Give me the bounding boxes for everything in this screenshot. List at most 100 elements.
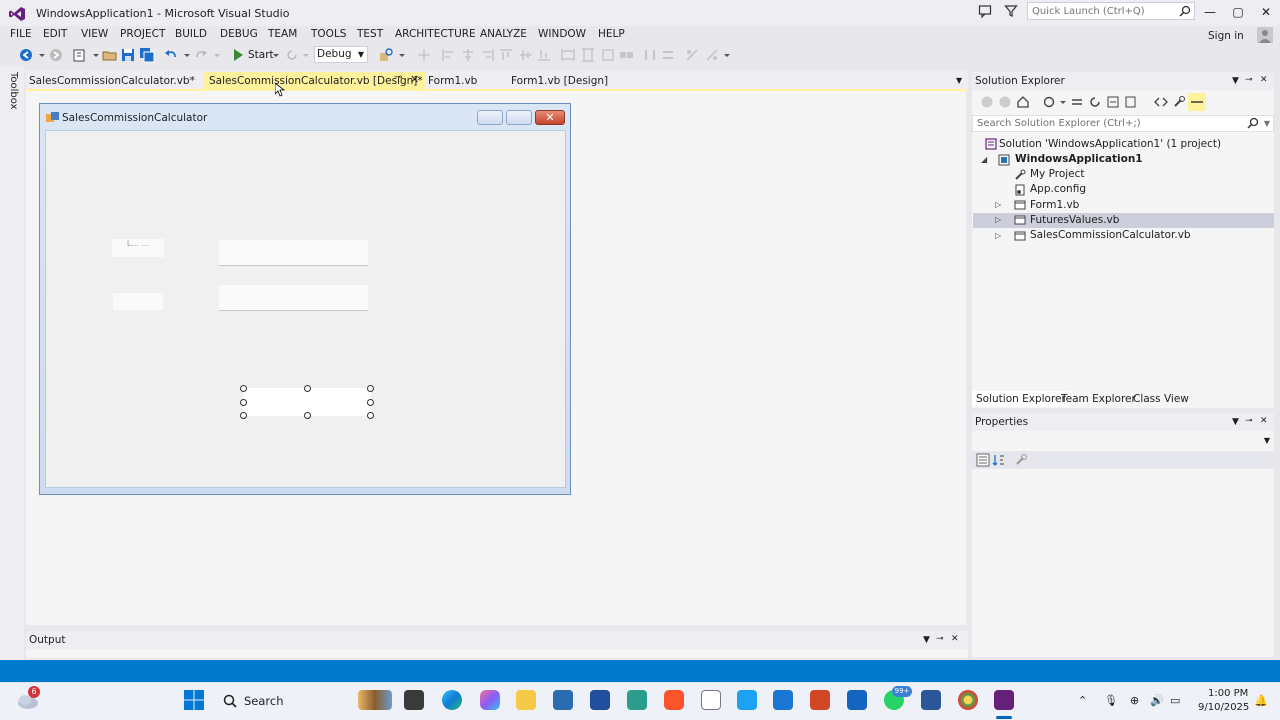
chevron-down-icon[interactable]: ▼: [1232, 417, 1239, 427]
widgets-icon[interactable]: [358, 690, 392, 710]
toolbox-tab[interactable]: Toolbox: [3, 72, 19, 112]
alphabetical-icon[interactable]: [992, 453, 1006, 467]
menu-view[interactable]: VIEW: [81, 28, 108, 40]
menu-edit[interactable]: EDIT: [43, 28, 67, 40]
back-icon[interactable]: [980, 95, 994, 109]
chevron-down-icon[interactable]: ▼: [1264, 436, 1270, 445]
battery-icon[interactable]: ▭: [1170, 694, 1180, 707]
form-maximize-button[interactable]: [506, 110, 532, 125]
file-explorer-icon[interactable]: [516, 690, 536, 710]
pin-icon[interactable]: ⊸: [1245, 416, 1253, 426]
properties-object-selector[interactable]: ▼: [972, 433, 1274, 449]
show-all-files-icon[interactable]: [1124, 95, 1138, 109]
search-icon[interactable]: [1247, 117, 1259, 129]
task-view-icon[interactable]: [404, 690, 424, 710]
new-project-icon[interactable]: [72, 47, 88, 63]
resize-handle-s[interactable]: [304, 412, 311, 419]
tab-salescommission-code[interactable]: SalesCommissionCalculator.vb*: [29, 72, 195, 90]
chevron-down-icon[interactable]: ▼: [923, 635, 930, 645]
chevron-down-icon[interactable]: ▼: [1264, 116, 1270, 131]
search-icon[interactable]: [1179, 5, 1191, 17]
volume-icon[interactable]: 🔊: [1150, 694, 1164, 707]
expanded-arrow-icon[interactable]: ◢: [981, 155, 987, 164]
filter-icon[interactable]: [1004, 4, 1018, 18]
pending-changes-icon[interactable]: [1070, 95, 1084, 109]
form-label-2[interactable]: [112, 292, 164, 311]
save-all-icon[interactable]: [139, 47, 155, 63]
tab-solution-explorer[interactable]: Solution Explorer: [972, 391, 1070, 407]
tab-salescommission-design[interactable]: SalesCommissionCalculator.vb [Design]*: [204, 72, 426, 90]
form-close-button[interactable]: ✕: [535, 110, 565, 125]
sync-icon[interactable]: [1042, 95, 1056, 109]
undo-dropdown-icon[interactable]: [181, 49, 193, 61]
menu-project[interactable]: PROJECT: [120, 28, 165, 40]
tab-form1-code[interactable]: Form1.vb: [428, 72, 477, 90]
form-label-1[interactable]: L... ...: [111, 238, 165, 258]
clock-date[interactable]: 9/10/2025: [1198, 702, 1249, 713]
tab-form1-design[interactable]: Form1.vb [Design]: [511, 72, 608, 90]
back-dropdown-icon[interactable]: [36, 49, 48, 61]
word-icon[interactable]: [921, 690, 941, 710]
home-icon[interactable]: [1016, 95, 1030, 109]
minimize-button[interactable]: —: [1198, 3, 1222, 21]
output-panel-body[interactable]: [26, 649, 968, 658]
tree-item-form1[interactable]: Form1.vb: [1030, 198, 1079, 213]
form-textbox-2[interactable]: [219, 285, 368, 311]
menu-file[interactable]: FILE: [10, 28, 32, 40]
menu-debug[interactable]: DEBUG: [220, 28, 258, 40]
tree-item-app-config[interactable]: App.config: [1030, 182, 1086, 197]
resize-handle-e[interactable]: [367, 399, 374, 406]
property-pages-wrench-icon[interactable]: [1014, 453, 1028, 467]
collapsed-arrow-icon[interactable]: ▷: [995, 215, 1001, 224]
close-tab-icon[interactable]: ✕: [410, 73, 419, 86]
pin-icon[interactable]: ⊸: [394, 72, 402, 83]
app-icon[interactable]: [627, 690, 647, 710]
app-icon[interactable]: [847, 690, 867, 710]
tree-item-futuresvalues[interactable]: FuturesValues.vb: [1030, 213, 1119, 228]
layout-toolbar-overflow-icon[interactable]: [721, 49, 733, 61]
refresh-dropdown-icon[interactable]: [300, 49, 312, 61]
chevron-down-icon[interactable]: [1058, 97, 1068, 107]
maximize-button[interactable]: ▢: [1226, 3, 1250, 21]
microsoft-store-icon[interactable]: [553, 690, 573, 710]
chevron-down-icon[interactable]: ▼: [1232, 76, 1239, 86]
form-textbox-1[interactable]: [219, 240, 368, 266]
notification-bell-icon[interactable]: 🔔: [1254, 694, 1268, 707]
microphone-icon[interactable]: 🎙: [1104, 694, 1118, 707]
account-icon[interactable]: [1257, 27, 1273, 43]
quick-launch-box[interactable]: [1027, 2, 1195, 20]
close-button[interactable]: ✕: [1254, 3, 1278, 21]
clock-time[interactable]: 1:00 PM: [1208, 688, 1248, 699]
network-globe-icon[interactable]: ⊕: [1130, 694, 1139, 707]
menu-test[interactable]: TEST: [357, 28, 383, 40]
visual-studio-taskbar-icon[interactable]: [994, 690, 1014, 710]
view-code-icon[interactable]: [1154, 95, 1168, 109]
menu-window[interactable]: WINDOW: [538, 28, 586, 40]
chevron-up-icon[interactable]: ⌃: [1078, 694, 1087, 707]
resize-handle-se[interactable]: [367, 412, 374, 419]
powerpoint-icon[interactable]: [810, 690, 830, 710]
start-play-icon[interactable]: [230, 47, 246, 63]
resize-handle-nw[interactable]: [240, 385, 247, 392]
properties-wrench-icon[interactable]: [1172, 95, 1186, 109]
solution-explorer-search[interactable]: Search Solution Explorer (Ctrl+;) ▼: [972, 115, 1274, 132]
refresh-icon[interactable]: [1088, 95, 1102, 109]
brave-browser-icon[interactable]: [664, 690, 684, 710]
open-file-icon[interactable]: [102, 47, 118, 63]
save-icon[interactable]: [120, 47, 136, 63]
menu-help[interactable]: HELP: [598, 28, 625, 40]
collapse-all-icon[interactable]: [1106, 95, 1120, 109]
categorized-icon[interactable]: [976, 453, 990, 467]
collapsed-arrow-icon[interactable]: ▷: [995, 231, 1001, 240]
redo-icon[interactable]: [193, 47, 209, 63]
pin-icon[interactable]: ⊸: [1245, 75, 1253, 85]
close-icon[interactable]: ✕: [951, 634, 959, 644]
chevron-down-icon[interactable]: ▼: [956, 76, 962, 85]
refresh-icon[interactable]: [284, 47, 300, 63]
redo-dropdown-icon[interactable]: [211, 49, 223, 61]
close-icon[interactable]: ✕: [1260, 75, 1268, 85]
tab-team-explorer[interactable]: Team Explorer: [1057, 391, 1140, 407]
solution-configuration-select[interactable]: Debug ▼: [314, 46, 368, 63]
find-icon[interactable]: [378, 47, 394, 63]
tree-item-project[interactable]: WindowsApplication1: [1015, 152, 1143, 167]
